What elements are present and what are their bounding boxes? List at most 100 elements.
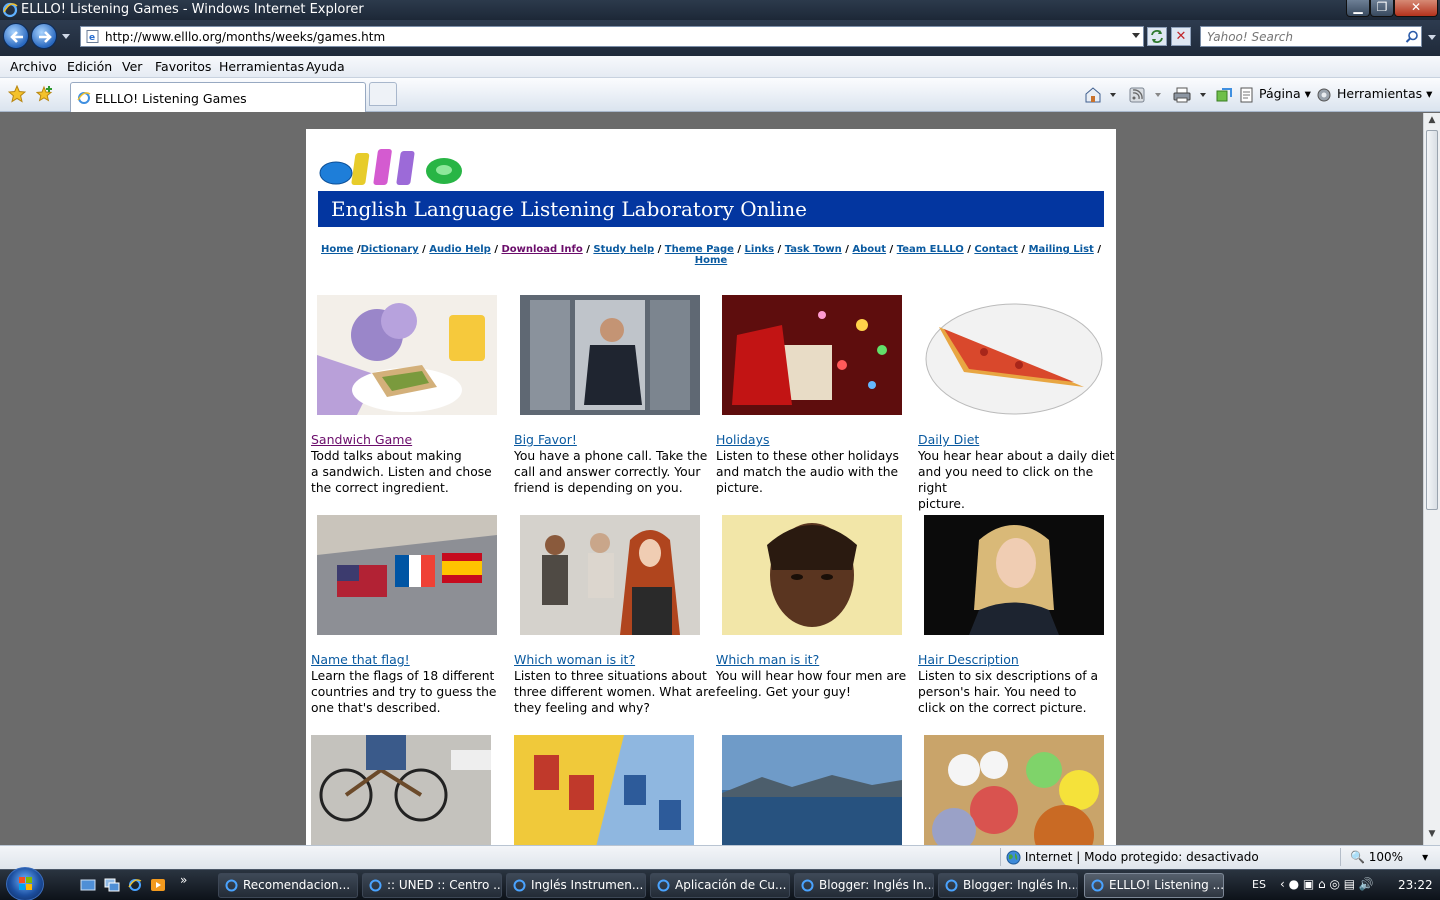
research-button[interactable] [1214, 84, 1234, 104]
game-title-link[interactable]: Which man is it? [716, 652, 819, 667]
home-icon [1085, 86, 1116, 102]
sitenav-link[interactable]: Study help [593, 244, 654, 255]
game-title-link[interactable]: Hair Description [918, 652, 1019, 667]
game-title-link[interactable]: Name that flag! [311, 652, 410, 667]
sitenav-link[interactable]: Dictionary [361, 244, 419, 255]
scroll-thumb[interactable] [1426, 130, 1438, 510]
vertical-scrollbar[interactable]: ▲ ▼ [1423, 113, 1440, 845]
sitenav-link[interactable]: Team ELLLO [897, 244, 964, 255]
man-image[interactable] [722, 515, 902, 635]
tab-ellllo-games[interactable]: ELLLO! Listening Games [70, 82, 366, 112]
search-icon[interactable] [1405, 30, 1419, 44]
menu-herramientas[interactable]: Herramientas [219, 59, 304, 75]
close-window-button[interactable]: ✕ [1394, 0, 1438, 17]
new-tab-button[interactable] [369, 82, 397, 106]
taskbar-item-blogger-2[interactable]: Blogger: Inglés In... [938, 873, 1078, 898]
elllo-logo[interactable] [316, 143, 468, 187]
sitenav-link[interactable]: About [852, 244, 886, 255]
favorites-star-icon[interactable] [8, 85, 26, 103]
sitenav-separator: / [353, 244, 361, 255]
menu-edicion[interactable]: Edición [67, 59, 112, 75]
flags-image[interactable] [317, 515, 497, 635]
menu-favoritos[interactable]: Favoritos [155, 59, 211, 75]
page-menu-button[interactable]: Página ▾ [1239, 84, 1311, 104]
language-indicator[interactable]: ES [1252, 878, 1266, 891]
taskbar-item-uned[interactable]: :: UNED :: Centro ... [362, 873, 502, 898]
forward-button[interactable] [31, 23, 57, 49]
quicklaunch-overflow-icon[interactable]: » [180, 873, 187, 887]
sitenav-separator: / [886, 244, 897, 255]
refresh-icon [1151, 30, 1163, 43]
game-title-link[interactable]: Daily Diet [918, 432, 979, 447]
game-title-link[interactable]: Sandwich Game [311, 432, 412, 447]
minimize-button[interactable]: ▁ [1346, 0, 1370, 17]
sitenav-link[interactable]: Download Info [501, 244, 582, 255]
status-bar: Internet | Modo protegido: desactivado 🔍… [0, 845, 1440, 869]
address-dropdown-icon[interactable] [1131, 32, 1141, 40]
sitenav-link[interactable]: Audio Help [429, 244, 491, 255]
refresh-button[interactable] [1147, 27, 1167, 46]
sitenav-link[interactable]: Links [745, 244, 775, 255]
sitenav-separator: / [490, 244, 502, 255]
feeds-button[interactable] [1128, 84, 1164, 104]
system-tray-icons[interactable]: ‹ ● ▣ ⌂ ◎ ▤ 🔊 [1280, 877, 1374, 891]
sitenav-link[interactable]: Task Town [785, 244, 842, 255]
sitenav-link[interactable]: Home [321, 244, 353, 255]
game-title-link[interactable]: Big Favor! [514, 432, 577, 447]
back-button[interactable] [3, 23, 29, 49]
taskbar-item-ingles-instrumental[interactable]: Inglés Instrumen... [506, 873, 646, 898]
tools-menu-button[interactable]: Herramientas ▾ [1315, 84, 1432, 104]
stop-button[interactable]: ✕ [1171, 27, 1191, 46]
scroll-up-arrow-icon[interactable]: ▲ [1426, 115, 1438, 129]
sitenav-link[interactable]: Mailing List [1029, 244, 1094, 255]
media-player-icon[interactable] [150, 878, 166, 892]
menu-ver[interactable]: Ver [122, 59, 142, 75]
game-description: You will hear how four men are feeling. … [716, 668, 918, 700]
history-dropdown-icon[interactable] [60, 30, 72, 42]
menu-archivo[interactable]: Archivo [10, 59, 57, 75]
bicycle-image[interactable] [311, 735, 491, 845]
balls-image[interactable] [924, 735, 1104, 845]
add-favorite-icon[interactable] [36, 85, 54, 103]
address-input[interactable] [105, 29, 1115, 44]
search-input[interactable] [1207, 29, 1397, 44]
pizza-image[interactable] [924, 297, 1104, 415]
maximize-button[interactable]: ❐ [1370, 0, 1394, 17]
windows-logo-icon [19, 877, 32, 890]
security-zone[interactable]: Internet | Modo protegido: desactivado [1006, 850, 1259, 865]
game-title-link[interactable]: Which woman is it? [514, 652, 635, 667]
woman-image[interactable] [520, 515, 700, 635]
taskbar-item-aplicacion[interactable]: Aplicación de Cu... [650, 873, 790, 898]
menu-ayuda[interactable]: Ayuda [306, 59, 345, 75]
game-description: You have a phone call. Take the call and… [514, 448, 716, 496]
quicklaunch-ie-icon[interactable] [127, 878, 143, 892]
holiday-gift-image[interactable] [722, 295, 902, 415]
game-description: You hear hear about a daily diet and you… [918, 448, 1120, 512]
taskbar-item-blogger-1[interactable]: Blogger: Inglés In... [794, 873, 934, 898]
home-button[interactable] [1084, 84, 1118, 104]
printer-icon [1173, 87, 1206, 102]
building-image[interactable] [514, 735, 694, 845]
game-description: Listen to these other holidays and match… [716, 448, 918, 496]
sitenav-link[interactable]: Contact [974, 244, 1018, 255]
search-options-icon[interactable] [1427, 34, 1437, 42]
desc-line: picture. [716, 481, 763, 495]
sitenav-link[interactable]: Theme Page [665, 244, 734, 255]
scroll-down-arrow-icon[interactable]: ▼ [1426, 829, 1438, 843]
sandwich-image[interactable] [317, 295, 497, 415]
zoom-control[interactable]: 🔍 100% ▾ [1350, 850, 1428, 864]
show-desktop-icon[interactable] [80, 878, 96, 892]
game-title-link[interactable]: Holidays [716, 432, 770, 447]
clock[interactable]: 23:22 [1398, 878, 1433, 892]
lake-image[interactable] [722, 735, 902, 845]
hair-woman-image[interactable] [924, 515, 1104, 635]
phone-call-image[interactable] [520, 295, 700, 415]
taskbar-item-elllo[interactable]: ELLLO! Listening ... [1084, 873, 1224, 898]
content-viewport[interactable]: English Language Listening Laboratory On… [0, 113, 1423, 845]
taskbar: » Recomendacion... :: UNED :: Centro ...… [0, 867, 1440, 900]
sitenav-link[interactable]: Home [695, 255, 727, 266]
print-button[interactable] [1172, 84, 1210, 104]
switch-windows-icon[interactable] [104, 878, 120, 892]
taskbar-item-recomendacion[interactable]: Recomendacion... [218, 873, 358, 898]
start-button[interactable] [6, 867, 44, 900]
